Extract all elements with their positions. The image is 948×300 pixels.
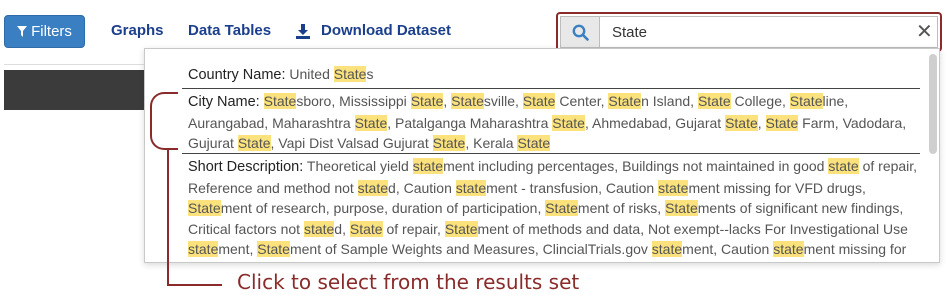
match-highlight: state	[188, 241, 219, 257]
match-highlight: State	[354, 114, 388, 131]
divider	[4, 64, 154, 65]
search-input[interactable]	[600, 16, 938, 48]
search-icon	[572, 24, 589, 41]
result-item-city[interactable]: City Name: Statesboro, Mississippi State…	[188, 91, 918, 154]
result-item-description[interactable]: Short Description: Theoretical yield sta…	[188, 156, 918, 260]
match-highlight: State	[552, 114, 585, 131]
match-highlight: state	[357, 179, 389, 196]
match-highlight: state	[658, 179, 689, 196]
scrollbar-thumb[interactable]	[929, 54, 937, 154]
match-highlight: State	[432, 135, 466, 151]
download-dataset-link[interactable]: Download Dataset	[321, 22, 451, 39]
match-highlight: State	[333, 66, 367, 82]
match-highlight: state	[412, 158, 444, 174]
match-highlight: State	[545, 200, 578, 216]
match-highlight: State	[522, 93, 556, 109]
match-highlight: State	[444, 220, 478, 237]
match-highlight: state	[651, 241, 683, 257]
match-highlight: State	[263, 93, 297, 109]
result-item-country[interactable]: Country Name: United States	[188, 64, 918, 86]
match-highlight: State	[451, 93, 484, 109]
match-highlight: State	[725, 114, 758, 131]
download-icon[interactable]	[296, 24, 310, 39]
data-tables-link[interactable]: Data Tables	[188, 22, 271, 39]
result-value: United States	[289, 66, 374, 82]
result-value: Statesboro, Mississippi State, Statesvil…	[188, 93, 907, 151]
match-highlight: State	[188, 200, 221, 216]
match-highlight: State	[789, 93, 823, 109]
result-field-label: City Name:	[188, 94, 260, 110]
search-button[interactable]	[560, 16, 600, 48]
close-icon[interactable]: ✕	[916, 20, 933, 44]
filters-label: Filters	[31, 23, 72, 40]
match-highlight: state	[455, 179, 487, 196]
match-highlight: State	[517, 135, 551, 151]
callout-connector-vertical	[167, 150, 169, 285]
match-highlight: State	[237, 135, 271, 151]
match-highlight: State	[608, 93, 642, 109]
match-highlight: State	[410, 93, 444, 109]
callout-label: Click to select from the results set	[237, 270, 580, 294]
match-highlight: State	[765, 114, 799, 131]
dark-header-bar	[4, 70, 154, 110]
match-highlight: state	[303, 220, 335, 237]
filter-icon	[17, 26, 28, 37]
match-highlight: State	[665, 200, 698, 216]
graphs-link[interactable]: Graphs	[111, 22, 164, 39]
match-highlight: state	[773, 241, 804, 257]
result-divider	[182, 88, 920, 89]
match-highlight: State	[349, 220, 383, 237]
match-highlight: state	[828, 158, 859, 174]
callout-bracket	[150, 92, 178, 150]
result-field-label: Country Name:	[188, 67, 286, 83]
match-highlight: State	[697, 93, 731, 109]
match-highlight: State	[257, 241, 290, 257]
result-divider	[182, 153, 920, 154]
callout-connector-horizontal	[167, 284, 222, 286]
filters-button[interactable]: Filters	[4, 15, 85, 48]
result-field-label: Short Description:	[188, 159, 304, 175]
